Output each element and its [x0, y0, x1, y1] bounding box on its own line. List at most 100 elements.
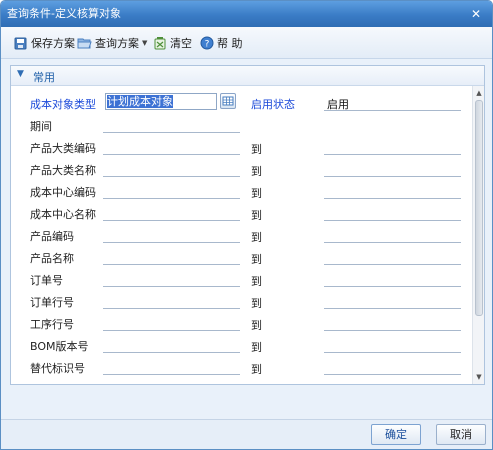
criteria-to-input[interactable]: [324, 136, 461, 155]
criteria-from-input[interactable]: [103, 158, 240, 177]
ok-button[interactable]: 确定: [371, 424, 421, 445]
range-to-label: 到: [251, 187, 262, 200]
clear-icon: [154, 37, 166, 50]
range-to-label: 到: [251, 319, 262, 332]
help-button[interactable]: ? 帮 助: [200, 34, 243, 52]
range-to-label: 到: [251, 297, 262, 310]
criteria-from-input[interactable]: [103, 356, 240, 375]
chevron-down-icon[interactable]: ▼: [17, 69, 24, 79]
close-icon[interactable]: ✕: [468, 1, 484, 27]
criteria-label: 产品大类名称: [30, 164, 96, 177]
criteria-label: 产品编码: [30, 230, 74, 243]
criteria-to-input[interactable]: [324, 290, 461, 309]
criteria-row: 成本中心编码 到: [11, 180, 471, 202]
criteria-to-input[interactable]: [324, 246, 461, 265]
vertical-scrollbar[interactable]: ▲ ▼: [472, 86, 484, 384]
query-scheme-label: 查询方案: [95, 37, 139, 50]
criteria-row: 产品名称 到: [11, 246, 471, 268]
criteria-to-input[interactable]: [324, 334, 461, 353]
criteria-to-input[interactable]: [324, 378, 461, 384]
range-to-label: 到: [251, 209, 262, 222]
help-label: 帮 助: [217, 37, 243, 50]
criteria-to-input[interactable]: [324, 268, 461, 287]
criteria-row: 产品大类名称 到: [11, 158, 471, 180]
chevron-down-icon[interactable]: ▼: [142, 39, 147, 47]
lookup-button[interactable]: [220, 93, 236, 109]
range-to-label: 到: [251, 363, 262, 376]
help-icon: ?: [200, 36, 214, 50]
range-to-label: 到: [251, 165, 262, 178]
criteria-label: BOM版本号: [30, 340, 89, 353]
criteria-from-input[interactable]: [103, 202, 240, 221]
section-title: 常用: [33, 71, 55, 84]
range-to-label: 到: [251, 231, 262, 244]
clear-button[interactable]: 清空: [153, 34, 192, 52]
criteria-rows: 成本对象类型 计划成本对象 启用状态 启用 期间 产品大类编码到产品大类名称到成本…: [11, 88, 471, 384]
row-cost-object-type: 成本对象类型 计划成本对象 启用状态 启用: [11, 92, 471, 114]
criteria-label: 期间: [30, 120, 52, 133]
query-dialog: 查询条件-定义核算对象 ✕ 保存方案 查询方案 ▼ 清空 ? 帮 助 ▼ 常用 …: [0, 0, 493, 450]
range-to-label: 工序属性: [251, 383, 295, 384]
criteria-row: 产品编码 到: [11, 224, 471, 246]
query-scheme-button[interactable]: 查询方案 ▼: [77, 34, 147, 52]
lookup-grid-icon: [222, 96, 234, 106]
save-scheme-button[interactable]: 保存方案: [14, 34, 75, 52]
cost-object-type-input[interactable]: 计划成本对象: [105, 93, 217, 110]
scrollbar-thumb[interactable]: [475, 100, 483, 316]
clear-label: 清空: [170, 37, 192, 50]
criteria-from-input[interactable]: [103, 290, 240, 309]
scroll-up-icon[interactable]: ▲: [474, 88, 484, 98]
criteria-to-input[interactable]: [324, 224, 461, 243]
criteria-row: 工序行号 到: [11, 312, 471, 334]
criteria-from-input[interactable]: [103, 378, 240, 384]
criteria-panel: ▼ 常用 成本对象类型 计划成本对象 启用状态 启用 期间 产品大类编码 到 产…: [10, 65, 485, 385]
criteria-label: 订单行号: [30, 296, 74, 309]
criteria-label: 产品大类编码: [30, 142, 96, 155]
criteria-to-input[interactable]: [324, 180, 461, 199]
cancel-button[interactable]: 取消: [436, 424, 486, 445]
criteria-to-input[interactable]: [324, 158, 461, 177]
criteria-label: 成本中心编码: [30, 186, 96, 199]
svg-text:?: ?: [205, 40, 210, 50]
criteria-label: 订单号: [30, 274, 63, 287]
section-header-common[interactable]: ▼ 常用: [11, 66, 484, 86]
dialog-footer: 确定 取消: [1, 419, 492, 449]
criteria-label: 批次号: [30, 382, 63, 384]
title-bar: 查询条件-定义核算对象 ✕: [1, 1, 492, 27]
range-to-label: 到: [251, 275, 262, 288]
window-title: 查询条件-定义核算对象: [7, 7, 121, 20]
enable-status-field[interactable]: [324, 92, 461, 111]
enable-status-label: 启用状态: [251, 98, 295, 111]
criteria-row: 批次号工序属性: [11, 378, 471, 384]
criteria-row: BOM版本号 到: [11, 334, 471, 356]
criteria-label: 工序行号: [30, 318, 74, 331]
range-to-label: 到: [251, 341, 262, 354]
criteria-to-input[interactable]: [324, 356, 461, 375]
criteria-row: 订单行号 到: [11, 290, 471, 312]
criteria-from-input[interactable]: [103, 180, 240, 199]
scroll-down-icon[interactable]: ▼: [474, 372, 484, 382]
criteria-from-input[interactable]: [103, 268, 240, 287]
criteria-row: 成本中心名称 到: [11, 202, 471, 224]
criteria-label: 产品名称: [30, 252, 74, 265]
criteria-from-input[interactable]: [103, 224, 240, 243]
criteria-from-input[interactable]: [103, 136, 240, 155]
criteria-row: 订单号 到: [11, 268, 471, 290]
range-to-label: 到: [251, 253, 262, 266]
criteria-from-input[interactable]: [103, 114, 240, 133]
criteria-label: 替代标识号: [30, 362, 85, 375]
criteria-from-input[interactable]: [103, 312, 240, 331]
save-scheme-icon: [14, 37, 27, 50]
criteria-from-input[interactable]: [103, 334, 240, 353]
toolbar: 保存方案 查询方案 ▼ 清空 ? 帮 助: [1, 27, 492, 59]
cost-object-type-value: 计划成本对象: [107, 95, 173, 108]
criteria-from-input[interactable]: [103, 246, 240, 265]
criteria-row: 替代标识号 到: [11, 356, 471, 378]
criteria-to-input[interactable]: [324, 312, 461, 331]
criteria-to-input[interactable]: [324, 202, 461, 221]
range-to-label: 到: [251, 143, 262, 156]
save-scheme-label: 保存方案: [31, 37, 75, 50]
folder-icon: [77, 38, 92, 48]
criteria-row: 产品大类编码 到: [11, 136, 471, 158]
criteria-row: 期间: [11, 114, 471, 136]
